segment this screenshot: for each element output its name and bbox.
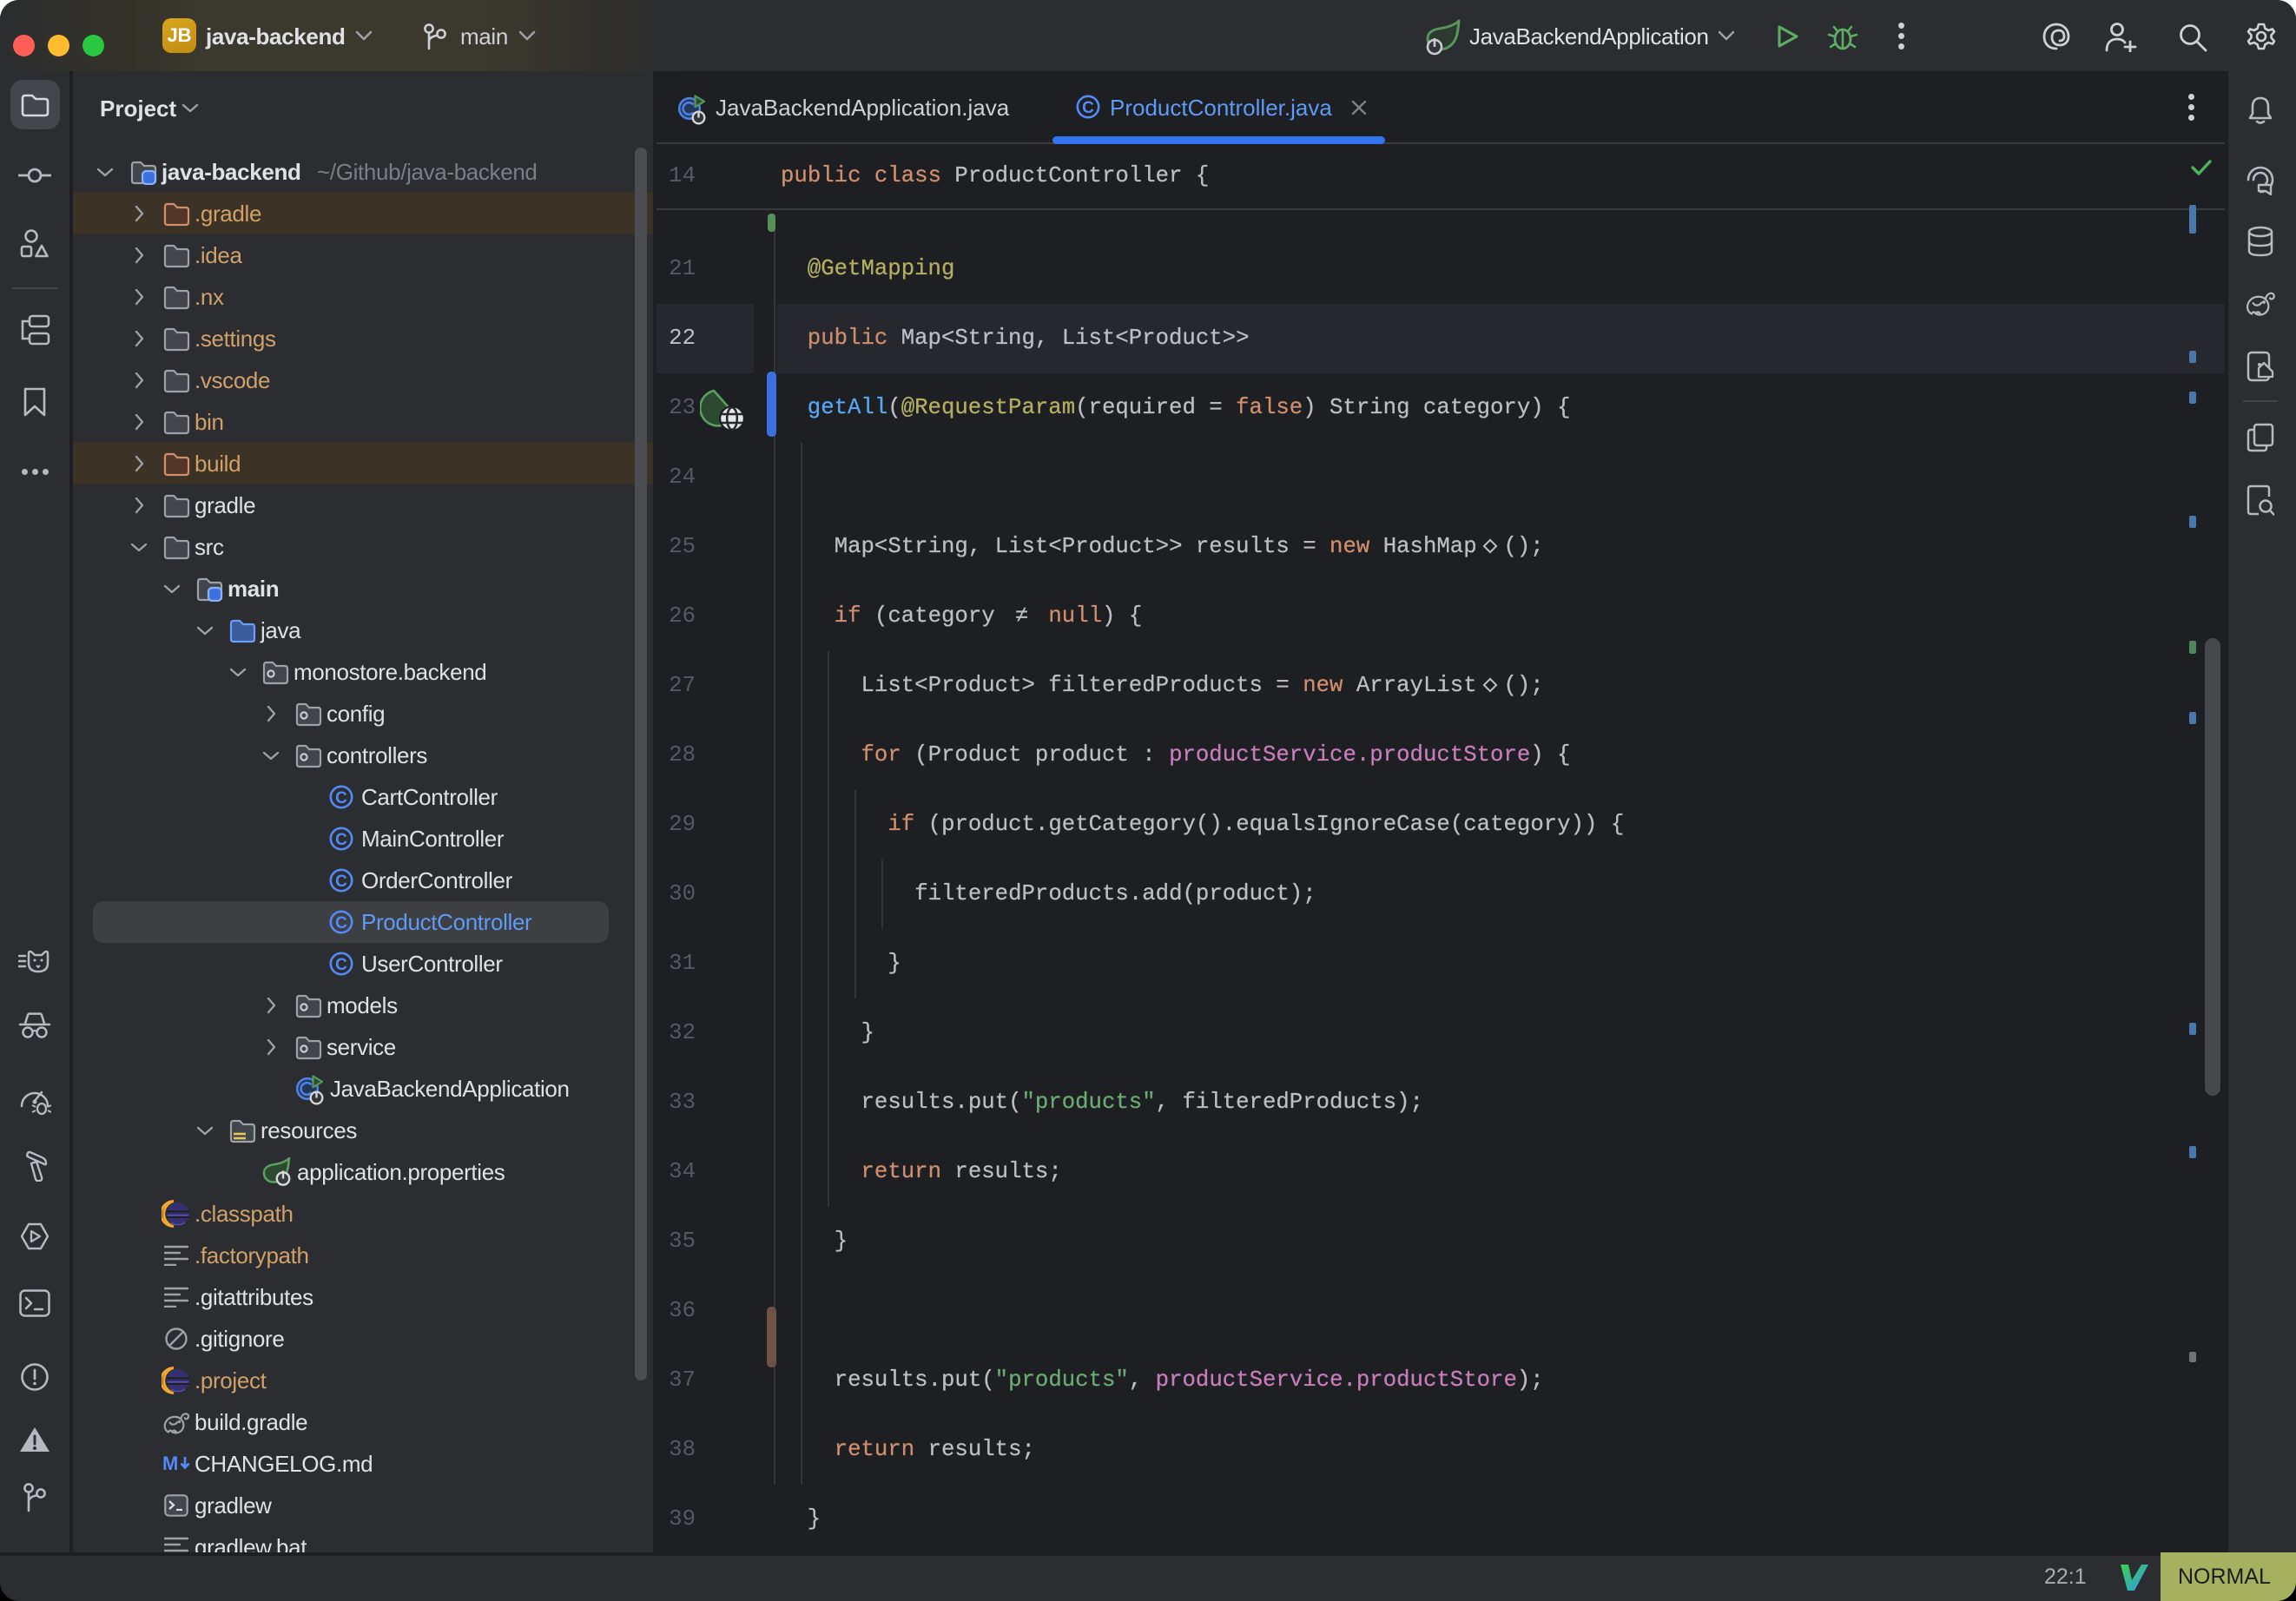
svg-text:C: C <box>335 914 347 932</box>
svg-text:M: M <box>162 1453 178 1474</box>
svg-text:C: C <box>1082 99 1094 117</box>
svg-text:C: C <box>335 873 347 891</box>
svg-text:C: C <box>335 831 347 849</box>
svg-text:C: C <box>335 789 347 807</box>
svg-text:C: C <box>335 956 347 974</box>
